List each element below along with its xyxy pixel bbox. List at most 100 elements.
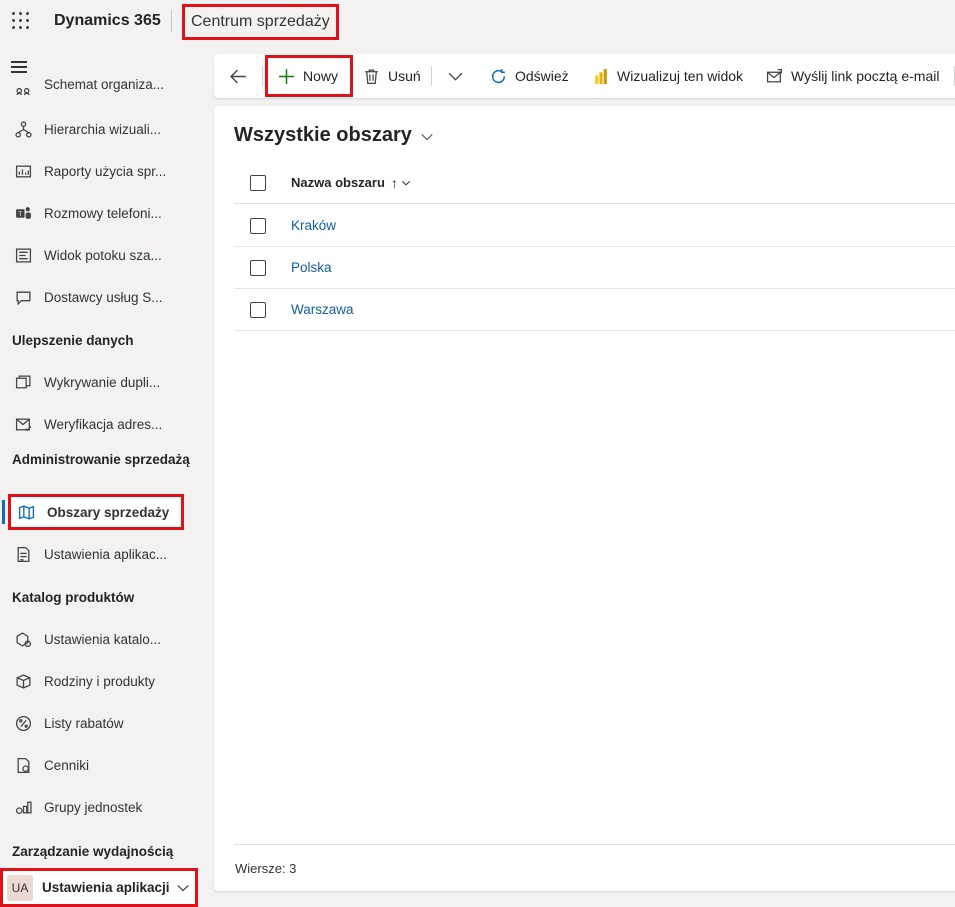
sidebar-item-duplicate-detection[interactable]: Wykrywanie dupli...	[8, 363, 200, 401]
top-bar: Dynamics 365 Centrum sprzedaży	[0, 0, 955, 44]
percent-icon	[10, 715, 36, 732]
box-icon	[10, 673, 36, 690]
row-checkbox[interactable]	[250, 217, 266, 234]
sidebar-item-label: Hierarchia wizuali...	[44, 121, 162, 137]
sidebar-item-price-lists[interactable]: Cenniki	[8, 746, 200, 784]
sidebar-item-discount-lists[interactable]: Listy rabatów	[8, 704, 200, 742]
sidebar-item-sales-territories[interactable]: Obszary sprzedaży	[8, 494, 184, 530]
header-divider	[171, 10, 172, 32]
email-link-button[interactable]: Wyślij link pocztą e-mail	[766, 54, 939, 98]
area-avatar: UA	[7, 874, 33, 901]
sidebar-item-label: Raporty użycia spr...	[44, 163, 167, 179]
sidebar: Schemat organiza... Hierarchia wizuali..…	[0, 44, 207, 907]
column-header-label: Nazwa obszaru	[291, 175, 385, 190]
chevron-down-icon	[448, 72, 463, 81]
table-row[interactable]: Warszawa	[234, 289, 955, 331]
section-product-catalog: Katalog produktów	[12, 590, 135, 605]
territory-link[interactable]: Kraków	[291, 218, 336, 233]
sidebar-item-label: Widok potoku sza...	[44, 247, 162, 263]
units-icon	[10, 799, 36, 816]
column-header-territory-name[interactable]: Nazwa obszaru ↑	[291, 175, 411, 191]
sidebar-item-org-chart[interactable]: Schemat organiza...	[8, 70, 200, 104]
back-button[interactable]	[230, 54, 255, 98]
table-row[interactable]: Kraków	[234, 205, 955, 247]
settings-doc-icon	[10, 546, 36, 563]
sidebar-item-unit-groups[interactable]: Grupy jednostek	[8, 788, 200, 826]
sidebar-item-phone-calls[interactable]: T Rozmowy telefoni...	[8, 194, 200, 232]
sort-ascending-icon: ↑	[390, 174, 398, 191]
area-switcher-label: Ustawienia aplikacji	[42, 880, 170, 895]
sidebar-item-app-settings[interactable]: Ustawienia aplikac...	[8, 535, 200, 573]
sidebar-item-address-verification[interactable]: Weryfikacja adres...	[8, 405, 200, 443]
sidebar-item-label: Ustawienia aplikac...	[44, 546, 168, 562]
sidebar-item-label: Listy rabatów	[44, 715, 124, 731]
command-separator	[262, 66, 263, 86]
report-icon	[10, 163, 36, 180]
row-checkbox[interactable]	[250, 259, 266, 276]
territory-link[interactable]: Warszawa	[291, 302, 354, 317]
grid-panel: Wszystkie obszary Nazwa obszaru ↑ Kraków…	[214, 106, 955, 891]
price-list-icon	[10, 757, 36, 774]
row-checkbox[interactable]	[250, 301, 266, 318]
sidebar-item-usage-reports[interactable]: Raporty użycia spr...	[8, 152, 200, 190]
sidebar-item-pipeline[interactable]: Widok potoku sza...	[8, 236, 200, 274]
area-switcher[interactable]: UA Ustawienia aplikacji	[0, 868, 198, 907]
sidebar-item-label: Obszary sprzedaży	[47, 504, 170, 520]
view-selector[interactable]: Wszystkie obszary	[234, 124, 434, 147]
sidebar-item-label: Ustawienia katalo...	[44, 631, 162, 647]
refresh-button-label: Odśwież	[515, 68, 569, 84]
plus-icon	[279, 68, 294, 84]
chevron-down-icon	[401, 180, 411, 186]
delete-button[interactable]: Usuń	[363, 54, 421, 98]
app-launcher-icon[interactable]	[12, 12, 30, 30]
more-dropdown-button[interactable]	[447, 54, 472, 98]
sidebar-item-families-products[interactable]: Rodziny i produkty	[8, 662, 200, 700]
new-button[interactable]: Nowy	[265, 55, 354, 97]
section-performance-management: Zarządzanie wydajnością	[12, 844, 174, 859]
table-row[interactable]: Polska	[234, 247, 955, 289]
new-button-label: Nowy	[303, 68, 339, 84]
visualize-button[interactable]: Wizualizuj ten widok	[592, 54, 743, 98]
trash-icon	[365, 68, 378, 84]
duplicate-icon	[10, 374, 36, 391]
command-separator	[431, 66, 432, 86]
back-arrow-icon	[230, 69, 246, 83]
refresh-icon	[491, 68, 506, 83]
chat-icon	[10, 289, 36, 306]
sidebar-item-label: Schemat organiza...	[44, 76, 165, 92]
sidebar-item-label: Cenniki	[44, 757, 90, 773]
section-data-enhancement: Ulepszenie danych	[12, 333, 134, 348]
teams-icon: T	[10, 205, 36, 222]
sidebar-item-service-providers[interactable]: Dostawcy usług S...	[8, 278, 200, 316]
refresh-button[interactable]: Odśwież	[490, 54, 569, 98]
sidebar-item-hierarchy[interactable]: Hierarchia wizuali...	[8, 110, 200, 148]
sidebar-item-label: Wykrywanie dupli...	[44, 374, 161, 390]
sidebar-item-label: Weryfikacja adres...	[44, 416, 163, 432]
footer-divider	[234, 844, 955, 845]
catalog-settings-icon	[10, 631, 36, 648]
sidebar-item-label: Rozmowy telefoni...	[44, 205, 162, 221]
chevron-down-icon	[421, 133, 433, 140]
grid-header: Nazwa obszaru ↑	[234, 162, 955, 204]
command-bar: Nowy Usuń Odśwież Wizualizuj ten widok W…	[214, 54, 955, 98]
brand-title[interactable]: Dynamics 365	[54, 12, 161, 30]
email-link-icon	[766, 68, 783, 82]
row-count: Wiersze: 3	[235, 861, 297, 876]
section-sales-admin: Administrowanie sprzedażą	[12, 452, 190, 467]
map-icon	[13, 504, 39, 521]
mail-check-icon	[10, 416, 36, 433]
sidebar-item-label: Dostawcy usług S...	[44, 289, 163, 305]
svg-text:T: T	[18, 211, 22, 218]
hierarchy-icon	[10, 120, 36, 138]
delete-button-label: Usuń	[388, 68, 421, 84]
app-name[interactable]: Centrum sprzedaży	[182, 4, 339, 40]
pipeline-icon	[10, 247, 36, 264]
selected-indicator	[2, 500, 5, 524]
org-chart-icon	[10, 79, 36, 96]
view-title: Wszystkie obszary	[234, 124, 412, 146]
visualize-button-label: Wizualizuj ten widok	[617, 68, 744, 84]
email-link-button-label: Wyślij link pocztą e-mail	[791, 68, 940, 84]
select-all-checkbox[interactable]	[250, 174, 266, 191]
territory-link[interactable]: Polska	[291, 260, 332, 275]
sidebar-item-catalog-settings[interactable]: Ustawienia katalo...	[8, 620, 200, 658]
